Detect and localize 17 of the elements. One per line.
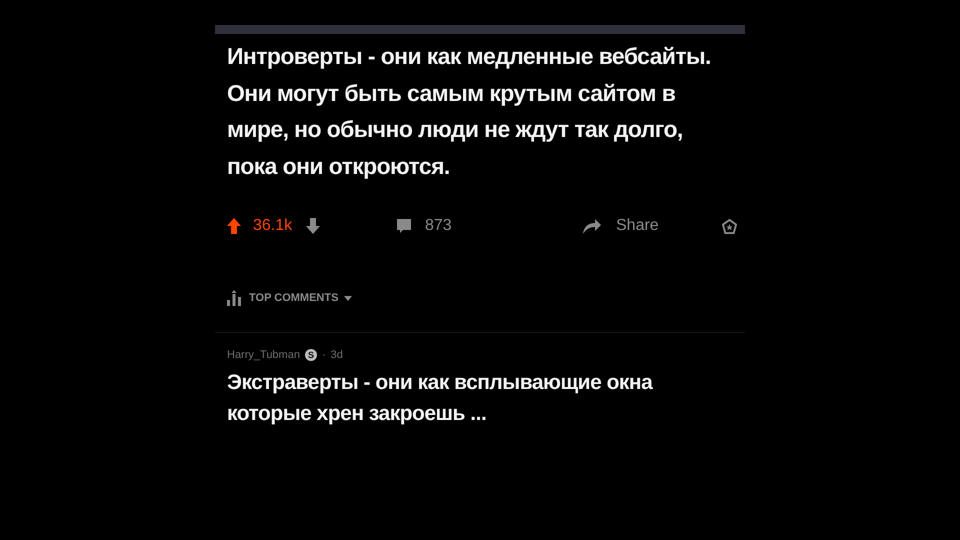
upvote-icon[interactable] [227,218,241,234]
comment-icon[interactable] [397,219,411,233]
comment-age: 3d [330,349,343,361]
share-icon[interactable] [582,218,602,234]
downvote-icon[interactable] [306,218,320,234]
comment-count: 873 [425,217,452,235]
user-badge: S [304,349,317,361]
caret-icon [344,296,352,300]
comment-author[interactable]: Harry_Tubman [227,349,300,361]
share-button[interactable]: Share [616,217,659,235]
separator-dot: · [322,349,326,361]
score: 36.1k [253,217,292,235]
comment-text: Экстраверты - они как всплывающие окна которые хрен закроешь ... [226,370,654,427]
post-title: Интроверты - они как медленные вебсайты. Они могут быть самым крутым сайтом в мире, но обычно люди не ждут так долго, пока они откроются. [226,42,712,181]
sort-icon[interactable] [227,290,241,306]
award-icon[interactable] [722,218,737,234]
sort-dropdown[interactable]: TOP COMMENTS [249,292,352,304]
